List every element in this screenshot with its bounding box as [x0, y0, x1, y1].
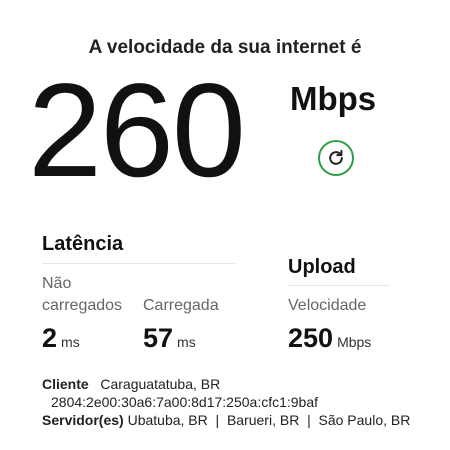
latency-title: Latência [42, 233, 124, 255]
latency-loaded-label: Carregada [143, 297, 219, 314]
server-label: Servidor(es) [42, 412, 124, 428]
server-list: Ubatuba, BR | Barueri, BR | São Paulo, B… [127, 412, 411, 428]
upload-divider [288, 285, 390, 286]
download-speed-unit: Mbps [290, 80, 377, 117]
latency-loaded-value: 57 [143, 323, 174, 353]
latency-loaded-metric: 57 ms [143, 323, 196, 354]
upload-title: Upload [288, 256, 356, 278]
latency-unloaded-label: Não carregados [42, 275, 123, 314]
download-speed-value: 260 [28, 57, 246, 205]
latency-loaded-unit: ms [177, 334, 196, 350]
refresh-icon [326, 148, 346, 168]
latency-unloaded-value: 2 [42, 323, 58, 353]
server-info: Servidor(es) Ubatuba, BR | Barueri, BR |… [42, 411, 412, 429]
client-info: Cliente Caraguatatuba, BR [42, 375, 412, 393]
upload-metric: 250 Mbps [288, 323, 371, 354]
latency-divider [42, 263, 236, 264]
latency-unloaded-unit: ms [61, 334, 80, 350]
client-location: Caraguatatuba, BR [100, 376, 221, 392]
upload-speed-value: 250 [288, 323, 334, 353]
upload-speed-label: Velocidade [288, 297, 367, 314]
upload-speed-unit: Mbps [337, 334, 372, 350]
client-ip: 2804:2e00:30a6:7a00:8d17:250a:cfc1:9baf [51, 394, 319, 410]
client-label: Cliente [42, 376, 89, 392]
latency-unloaded-metric: 2 ms [42, 323, 80, 354]
refresh-button[interactable] [318, 140, 354, 176]
